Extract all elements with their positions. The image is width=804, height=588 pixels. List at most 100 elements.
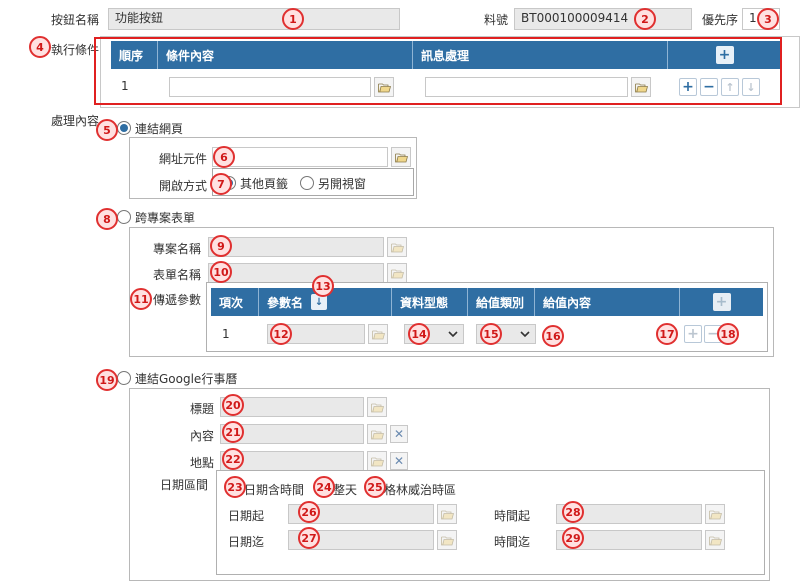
- annotation-badge: 8: [96, 208, 118, 230]
- open-mode-label: 開啟方式: [159, 179, 208, 193]
- annotation-badge: 20: [222, 394, 244, 416]
- annotation-badge: 10: [210, 261, 232, 283]
- col-param-name: 參數名: [267, 295, 304, 310]
- annotation-badge: 27: [298, 527, 320, 549]
- date-includes-time-label: 日期含時間: [244, 483, 305, 497]
- material-no-field[interactable]: BT000100009414: [514, 8, 692, 30]
- annotation-badge: 17: [656, 323, 678, 345]
- time-end-browse-button[interactable]: [705, 530, 725, 550]
- chevron-down-icon: [448, 331, 458, 338]
- content-browse-button[interactable]: [367, 424, 387, 444]
- form-name-field[interactable]: [208, 263, 384, 283]
- conditions-label: 執行條件: [51, 43, 100, 57]
- col-data-type: 資料型態: [392, 288, 468, 316]
- annotation-badge: 3: [757, 8, 779, 30]
- annotation-badge: 28: [562, 501, 584, 523]
- annotation-badge: 5: [96, 119, 118, 141]
- location-clear-button[interactable]: ✕: [390, 452, 408, 470]
- folder-icon: [371, 429, 384, 440]
- project-name-label: 專案名稱: [153, 242, 202, 256]
- project-name-browse-button[interactable]: [387, 237, 407, 257]
- annotation-badge: 18: [717, 323, 739, 345]
- annotation-badge: 21: [222, 421, 244, 443]
- col-value-content: 給值內容: [535, 288, 680, 316]
- col-item: 項次: [211, 288, 259, 316]
- folder-icon: [372, 329, 385, 340]
- annotation-badge: 1: [282, 8, 304, 30]
- url-component-input[interactable]: [212, 147, 388, 167]
- annotation-badge: 19: [96, 369, 118, 391]
- add-param-row-button[interactable]: +: [684, 325, 702, 343]
- annotation-badge: 22: [222, 448, 244, 470]
- folder-icon: [395, 152, 408, 163]
- close-icon: ✕: [393, 454, 405, 468]
- annotation-badge: 16: [542, 325, 564, 347]
- folder-icon: [391, 268, 404, 279]
- annotation-badge: 14: [408, 323, 430, 345]
- annotation-badge: 13: [312, 275, 334, 297]
- button-name-label: 按鈕名稱: [51, 13, 100, 27]
- annotation-badge: 29: [562, 527, 584, 549]
- annotation-badge: 6: [213, 146, 235, 168]
- annotation-badge: 25: [364, 476, 386, 498]
- time-start-label: 時間起: [494, 509, 531, 523]
- pass-params-label: 傳遞參數: [153, 293, 202, 307]
- annotation-badge: 23: [224, 476, 246, 498]
- cross-project-label: 跨專案表單: [135, 211, 196, 225]
- annotation-badge: 15: [480, 323, 502, 345]
- time-start-browse-button[interactable]: [705, 504, 725, 524]
- button-name-field[interactable]: 功能按鈕: [108, 8, 400, 30]
- form-name-label: 表單名稱: [153, 268, 202, 282]
- params-table-header: 項次 參數名 ↓ 資料型態 給值類別 給值內容 +: [211, 288, 763, 316]
- add-param-header-button[interactable]: +: [712, 293, 731, 311]
- form-name-browse-button[interactable]: [387, 263, 407, 283]
- col-value-type: 給值類別: [468, 288, 535, 316]
- date-end-label: 日期迄: [228, 535, 265, 549]
- annotation-badge: 24: [313, 476, 335, 498]
- all-day-label: 整天: [333, 483, 358, 497]
- project-name-field[interactable]: [208, 237, 384, 257]
- url-component-browse-button[interactable]: [391, 147, 411, 167]
- title-label: 標題: [190, 402, 215, 416]
- material-no-label: 料號: [484, 13, 509, 27]
- gmt-zone-label: 格林威治時區: [384, 483, 457, 497]
- annotation-highlight-box: [94, 37, 782, 105]
- open-new-window-label: 另開視窗: [318, 177, 367, 191]
- title-browse-button[interactable]: [367, 397, 387, 417]
- url-component-label: 網址元件: [159, 152, 208, 166]
- folder-icon: [371, 402, 384, 413]
- annotation-badge: 11: [130, 288, 152, 310]
- chevron-down-icon: [520, 331, 530, 338]
- cross-project-radio[interactable]: [117, 210, 131, 224]
- location-browse-button[interactable]: [367, 451, 387, 471]
- date-range-label: 日期區間: [160, 478, 209, 492]
- date-end-browse-button[interactable]: [437, 530, 457, 550]
- annotation-badge: 7: [210, 173, 232, 195]
- location-label: 地點: [190, 456, 215, 470]
- time-end-label: 時間迄: [494, 535, 531, 549]
- open-new-window-radio[interactable]: [300, 176, 314, 190]
- processing-label: 處理內容: [51, 114, 100, 128]
- close-icon: ✕: [393, 427, 405, 441]
- annotation-badge: 4: [29, 36, 51, 58]
- annotation-badge: 2: [634, 8, 656, 30]
- google-calendar-label: 連結Google行事曆: [135, 372, 238, 386]
- folder-icon: [709, 509, 722, 520]
- link-webpage-radio[interactable]: [117, 121, 131, 135]
- open-other-tab-label: 其他頁籤: [240, 177, 289, 191]
- folder-icon: [391, 242, 404, 253]
- folder-icon: [709, 535, 722, 546]
- folder-icon: [441, 509, 454, 520]
- content-label: 內容: [190, 429, 215, 443]
- param-row-seq: 1: [222, 327, 230, 341]
- annotation-badge: 9: [210, 235, 232, 257]
- date-start-browse-button[interactable]: [437, 504, 457, 524]
- content-clear-button[interactable]: ✕: [390, 425, 408, 443]
- folder-icon: [371, 456, 384, 467]
- annotation-badge: 26: [298, 501, 320, 523]
- param-name-browse-button[interactable]: [368, 324, 388, 344]
- folder-icon: [441, 535, 454, 546]
- google-calendar-radio[interactable]: [117, 371, 131, 385]
- date-start-label: 日期起: [228, 509, 265, 523]
- priority-label: 優先序: [702, 13, 739, 27]
